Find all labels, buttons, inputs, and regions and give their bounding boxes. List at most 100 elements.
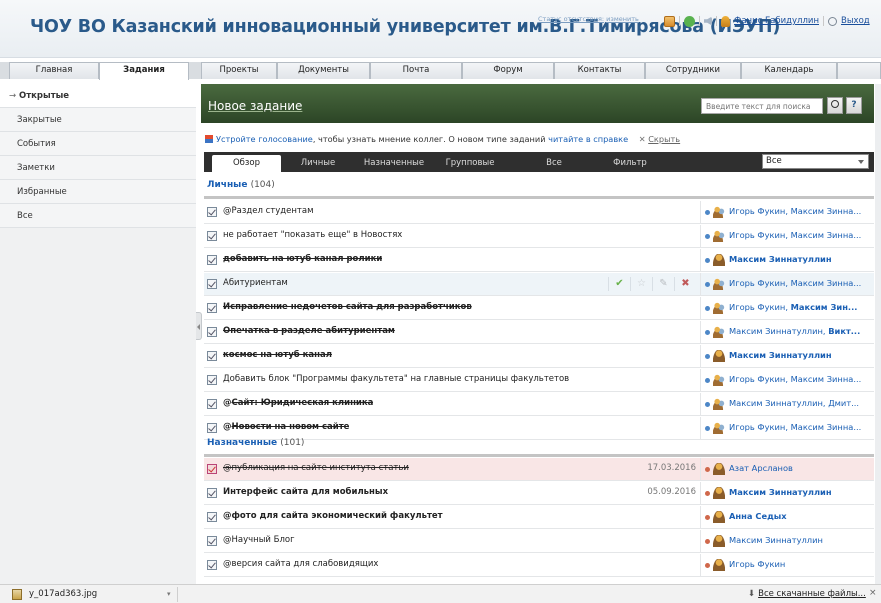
task-checkbox-icon[interactable]	[207, 488, 217, 498]
power-icon[interactable]	[828, 16, 837, 26]
task-people[interactable]: Максим Зиннатуллин	[700, 249, 874, 272]
task-people[interactable]: Максим Зиннатуллин, Викт...	[700, 321, 874, 344]
tab-mail[interactable]: Почта	[370, 62, 462, 79]
help-button[interactable]: ?	[846, 97, 862, 114]
filter-tab-personal[interactable]: Личные	[289, 155, 347, 172]
voting-link[interactable]: Устройте голосование	[216, 134, 313, 144]
task-row[interactable]: @Новости на новом сайте Игорь Фукин, Мак…	[204, 417, 874, 440]
task-row[interactable]: @публикация на сайте института статьи 17…	[204, 458, 874, 481]
task-people[interactable]: Игорь Фукин	[700, 554, 874, 577]
task-people[interactable]: Максим Зиннатуллин, Дмит...	[700, 393, 874, 416]
task-name[interactable]: @публикация на сайте института статьи	[223, 463, 409, 473]
tab-employees[interactable]: Сотрудники	[645, 62, 741, 79]
task-name[interactable]: @Сайт: Юридическая клиника	[223, 398, 373, 408]
task-checkbox-icon[interactable]	[207, 231, 217, 241]
star-icon[interactable]: ☆	[630, 277, 652, 291]
tab-tasks[interactable]: Задания	[99, 62, 189, 80]
task-row[interactable]: Исправление недочетов сайта для разработ…	[204, 297, 874, 320]
task-row[interactable]: добавить на ютуб канал ролики Максим Зин…	[204, 249, 874, 272]
tab-home[interactable]: Главная	[9, 62, 99, 79]
people-names[interactable]: Максим Зиннатуллин, Дмит...	[729, 398, 859, 408]
all-downloads-link[interactable]: ⬇ Все скачанные файлы...	[748, 589, 866, 599]
task-row[interactable]: Добавить блок "Программы факультета" на …	[204, 369, 874, 392]
filter-tab-all[interactable]: Все	[534, 155, 574, 172]
task-checkbox-icon[interactable]	[207, 512, 217, 522]
absence-status-change-link[interactable]: изменить	[606, 15, 639, 23]
people-names[interactable]: Игорь Фукин, Максим Зинна...	[729, 278, 861, 288]
logout-link[interactable]: Выход	[841, 16, 870, 26]
sidebar-item-closed[interactable]: Закрытые	[0, 108, 196, 132]
task-name[interactable]: космос на ютуб канал	[223, 350, 332, 360]
task-checkbox-icon[interactable]	[207, 351, 217, 361]
task-checkbox-icon[interactable]	[207, 207, 217, 217]
filter-tab-assigned[interactable]: Назначенные	[354, 155, 434, 172]
people-names[interactable]: Азат Арсланов	[729, 463, 793, 473]
overdue-task-icon[interactable]	[207, 464, 217, 474]
task-row[interactable]: @Научный Блог Максим Зиннатуллин	[204, 530, 874, 553]
tab-calendar[interactable]: Календарь	[741, 62, 837, 79]
download-file-name[interactable]: y_017ad363.jpg	[29, 589, 97, 599]
download-item[interactable]: y_017ad363.jpg ▾	[3, 587, 178, 602]
task-name[interactable]: @Научный Блог	[223, 535, 295, 545]
people-names[interactable]: Максим Зиннатуллин	[729, 487, 832, 497]
task-people[interactable]: Игорь Фукин, Максим Зин...	[700, 297, 874, 320]
people-names[interactable]: Игорь Фукин, Максим Зинна...	[729, 374, 861, 384]
task-people[interactable]: Анна Седых	[700, 506, 874, 529]
task-row[interactable]: не работает "показать еще" в Новостях Иг…	[204, 225, 874, 248]
task-checkbox-icon[interactable]	[207, 560, 217, 570]
task-checkbox-icon[interactable]	[207, 327, 217, 337]
tab-forum[interactable]: Форум	[462, 62, 554, 79]
people-names[interactable]: Игорь Фукин, Максим Зинна...	[729, 206, 861, 216]
task-checkbox-icon[interactable]	[207, 255, 217, 265]
people-names[interactable]: Максим Зиннатуллин	[729, 535, 823, 545]
calendar-icon[interactable]	[664, 15, 675, 27]
section-assigned[interactable]: Назначенные (101)	[207, 438, 304, 448]
tab-projects[interactable]: Проекты	[201, 62, 277, 79]
task-checkbox-icon[interactable]	[207, 375, 217, 385]
complete-icon[interactable]: ✔	[608, 277, 630, 291]
task-row[interactable]: @фото для сайта экономический факультет …	[204, 506, 874, 529]
task-name[interactable]: @Раздел студентам	[223, 206, 314, 216]
task-people[interactable]: Максим Зиннатуллин	[700, 530, 874, 553]
edit-icon[interactable]: ✎	[652, 277, 674, 291]
task-name[interactable]: @фото для сайта экономический факультет	[223, 511, 443, 521]
people-names[interactable]: Игорь Фукин	[729, 559, 785, 569]
task-name[interactable]: Добавить блок "Программы факультета" на …	[223, 374, 569, 384]
task-row[interactable]: @Сайт: Юридическая клиника Максим Зиннат…	[204, 393, 874, 416]
tab-more[interactable]	[837, 62, 881, 79]
tab-contacts[interactable]: Контакты	[554, 62, 645, 79]
task-name[interactable]: Интерфейс сайта для мобильных	[223, 487, 388, 497]
check-circle-icon[interactable]	[684, 15, 695, 27]
filter-select[interactable]: Все	[762, 154, 869, 169]
filter-tab-filter[interactable]: Фильтр	[600, 155, 660, 172]
section-personal[interactable]: Личные (104)	[207, 180, 275, 190]
user-profile-link[interactable]: Фанис Габидуллин	[734, 16, 819, 26]
task-name[interactable]: не работает "показать еще" в Новостях	[223, 230, 402, 240]
task-people[interactable]: Максим Зиннатуллин	[700, 482, 874, 505]
help-link[interactable]: читайте в справке	[548, 134, 628, 144]
task-row[interactable]: @Раздел студентам Игорь Фукин, Максим Зи…	[204, 201, 874, 224]
sound-icon[interactable]	[704, 16, 712, 26]
sidebar-item-all[interactable]: Все	[0, 204, 196, 228]
task-name[interactable]: @Новости на новом сайте	[223, 422, 349, 432]
people-names[interactable]: Максим Зиннатуллин	[729, 350, 832, 360]
people-names[interactable]: Игорь Фукин, Максим Зинна...	[729, 422, 861, 432]
task-row[interactable]: Абитуриентам ✔ ☆ ✎ ✖ Игорь Фукин, Максим…	[204, 273, 874, 296]
task-people[interactable]: Азат Арсланов	[700, 458, 874, 481]
task-checkbox-icon[interactable]	[207, 279, 217, 289]
task-name[interactable]: Абитуриентам	[223, 278, 288, 288]
task-people[interactable]: Игорь Фукин, Максим Зинна...	[700, 273, 874, 296]
new-task-link[interactable]: Новое задание	[208, 99, 302, 113]
people-names[interactable]: Игорь Фукин, Максим Зин...	[729, 302, 857, 312]
absence-status[interactable]: Статус отсутствия: изменить	[538, 15, 639, 23]
task-people[interactable]: Максим Зиннатуллин	[700, 345, 874, 368]
filter-tab-overview[interactable]: Обзор	[212, 155, 281, 172]
task-name[interactable]: Опечатка в разделе абитуриентам	[223, 326, 395, 336]
sidebar-item-open[interactable]: → Открытые	[0, 84, 196, 108]
task-checkbox-icon[interactable]	[207, 423, 217, 433]
tab-documents[interactable]: Документы	[277, 62, 370, 79]
task-name[interactable]: @версия сайта для слабовидящих	[223, 559, 378, 569]
task-people[interactable]: Игорь Фукин, Максим Зинна...	[700, 417, 874, 440]
task-people[interactable]: Игорь Фукин, Максим Зинна...	[700, 225, 874, 248]
search-button[interactable]	[827, 97, 843, 114]
